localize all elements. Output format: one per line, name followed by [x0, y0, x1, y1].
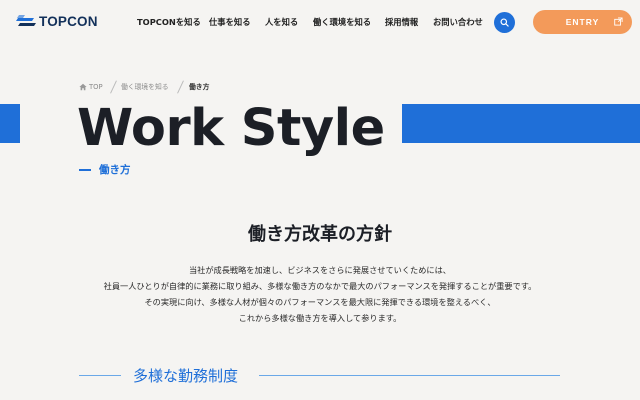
accent-bar-right	[402, 104, 640, 143]
nav-item-people[interactable]: 人を知る	[265, 16, 298, 28]
heading-rule-right	[259, 375, 560, 376]
accent-bar-left	[0, 104, 20, 143]
policy-line: 当社が成長戦略を加速し、ビジネスをさらに発展させていくためには、	[188, 265, 451, 275]
section-heading: 多様な勤務制度	[133, 367, 239, 385]
entry-button[interactable]: ENTRY	[533, 10, 632, 34]
breadcrumb-environment-link[interactable]: 働く環境を知る	[121, 82, 169, 93]
heading-rule-left	[79, 375, 121, 376]
policy-heading: 働き方改革の方針	[248, 224, 392, 245]
topcon-logo[interactable]: TOPCON	[16, 14, 98, 30]
policy-body: 当社が成長戦略を加速し、ビジネスをさらに発展させていくためには、 社員一人ひとり…	[0, 262, 640, 326]
external-link-icon	[614, 17, 623, 26]
nav-item-environment[interactable]: 働く環境を知る	[313, 16, 371, 28]
policy-line: 社員一人ひとりが自律的に業務に取り組み、多様な働き方のなかで最大のパフォーマンス…	[103, 281, 537, 291]
page: TOPCON TOPCONを知る 仕事を知る 人を知る 働く環境を知る 採用情報…	[0, 0, 640, 400]
subtitle-label: 働き方	[99, 164, 131, 176]
nav-item-recruit[interactable]: 採用情報	[385, 16, 418, 28]
breadcrumb-separator	[110, 80, 117, 94]
breadcrumb-current: 働き方	[189, 83, 210, 91]
search-button[interactable]	[494, 12, 515, 33]
nav-item-about-topcon[interactable]: TOPCONを知る	[137, 16, 201, 28]
page-title: Work Style	[77, 99, 385, 158]
policy-line: その実現に向け、多様な人材が個々のパフォーマンスを最大限に発揮できる環境を整える…	[144, 297, 496, 307]
breadcrumb-separator	[177, 80, 184, 94]
breadcrumb-top-link[interactable]: TOP	[89, 82, 103, 93]
logo-text: TOPCON	[39, 14, 98, 29]
page-subtitle: 働き方	[79, 163, 131, 177]
section-heading-block: 多様な勤務制度	[79, 366, 560, 386]
home-icon[interactable]	[79, 83, 87, 91]
search-icon	[500, 18, 509, 27]
policy-line: これから多様な働き方を導入して参ります。	[238, 313, 402, 323]
site-header: TOPCON TOPCONを知る 仕事を知る 人を知る 働く環境を知る 採用情報…	[0, 0, 640, 44]
subtitle-dash	[79, 169, 91, 171]
topcon-logo-mark-icon	[16, 15, 36, 29]
nav-item-work[interactable]: 仕事を知る	[209, 16, 251, 28]
nav-item-contact[interactable]: お問い合わせ	[433, 16, 483, 28]
